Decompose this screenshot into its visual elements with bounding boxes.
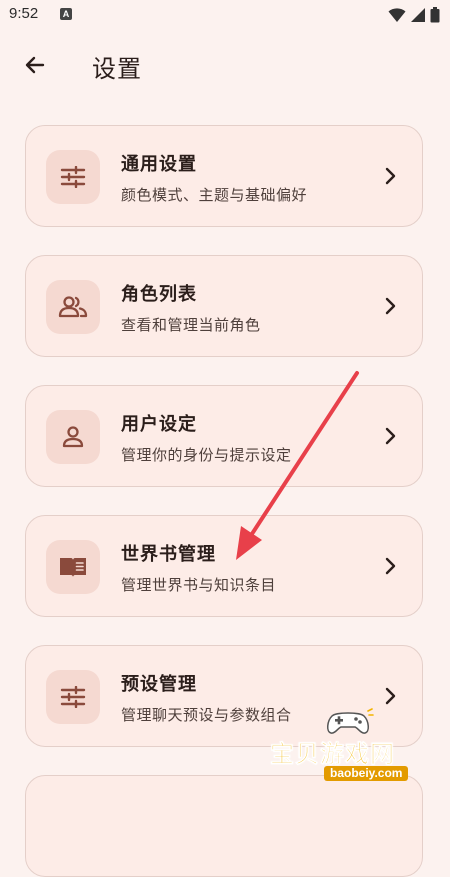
card-subtitle: 颜色模式、主题与基础偏好 bbox=[121, 186, 308, 204]
card-subtitle: 查看和管理当前角色 bbox=[121, 316, 261, 334]
status-icons bbox=[384, 7, 440, 23]
chevron-right-icon bbox=[385, 557, 396, 575]
chevron-right-icon bbox=[385, 687, 396, 705]
card-title: 世界书管理 bbox=[121, 544, 216, 565]
settings-card-general[interactable]: 通用设置 颜色模式、主题与基础偏好 bbox=[25, 125, 423, 227]
card-icon-box bbox=[46, 540, 100, 594]
settings-card-characters[interactable]: 角色列表 查看和管理当前角色 bbox=[25, 255, 423, 357]
settings-card-worldbook[interactable]: 世界书管理 管理世界书与知识条目 bbox=[25, 515, 423, 617]
sliders-icon bbox=[60, 686, 86, 708]
settings-card-partial[interactable] bbox=[25, 775, 423, 877]
wifi-icon bbox=[388, 8, 406, 22]
back-button[interactable] bbox=[14, 44, 56, 86]
watermark: 宝贝游戏网 baobeiy.com bbox=[270, 708, 440, 781]
battery-icon bbox=[430, 7, 440, 23]
arrow-left-icon bbox=[25, 56, 45, 74]
card-subtitle: 管理世界书与知识条目 bbox=[121, 576, 277, 594]
signal-icon bbox=[411, 8, 425, 22]
card-icon-box bbox=[46, 410, 100, 464]
book-icon bbox=[60, 558, 86, 577]
card-title: 预设管理 bbox=[121, 674, 197, 695]
card-icon-box bbox=[46, 670, 100, 724]
gamepad-icon bbox=[327, 708, 374, 734]
card-subtitle: 管理聊天预设与参数组合 bbox=[121, 706, 292, 724]
card-icon-box bbox=[46, 280, 100, 334]
watermark-text: 宝贝游戏网 bbox=[270, 740, 395, 769]
chevron-right-icon bbox=[385, 427, 396, 445]
card-icon-box bbox=[46, 150, 100, 204]
card-title: 通用设置 bbox=[121, 154, 197, 175]
sliders-icon bbox=[60, 166, 86, 188]
card-title: 用户设定 bbox=[121, 414, 197, 435]
app-bar: 设置 bbox=[0, 32, 450, 98]
card-title: 角色列表 bbox=[121, 284, 197, 305]
people-icon bbox=[58, 296, 88, 318]
status-time: 9:52 bbox=[9, 5, 39, 22]
chevron-right-icon bbox=[385, 167, 396, 185]
status-bar: 9:52 A bbox=[0, 0, 450, 32]
card-subtitle: 管理你的身份与提示设定 bbox=[121, 446, 292, 464]
person-icon bbox=[62, 426, 84, 448]
chevron-right-icon bbox=[385, 297, 396, 315]
watermark-url: baobeiy.com bbox=[324, 766, 409, 781]
status-app-icon: A bbox=[60, 8, 72, 20]
page-title: 设置 bbox=[92, 55, 142, 83]
settings-card-user[interactable]: 用户设定 管理你的身份与提示设定 bbox=[25, 385, 423, 487]
